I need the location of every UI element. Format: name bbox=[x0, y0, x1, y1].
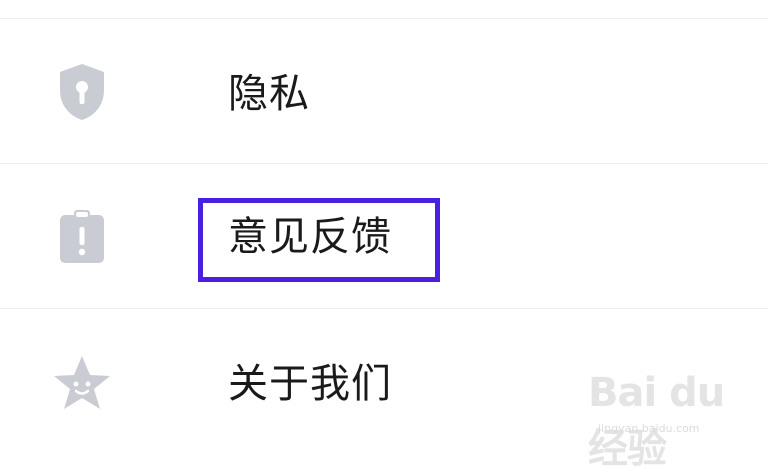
menu-item-label: 隐私 bbox=[228, 71, 310, 117]
star-face-icon bbox=[50, 352, 114, 416]
menu-item-feedback[interactable]: 意见反馈 bbox=[0, 165, 768, 309]
menu-item-label: 意见反馈 bbox=[228, 214, 392, 260]
top-divider bbox=[0, 0, 768, 19]
menu-item-label: 关于我们 bbox=[228, 361, 392, 407]
watermark: Bai du 经验 jingyan.baidu.com bbox=[588, 370, 738, 472]
shield-keyhole-icon bbox=[50, 60, 114, 124]
watermark-site: jingyan.baidu.com bbox=[598, 422, 700, 435]
menu-item-privacy[interactable]: 隐私 bbox=[0, 20, 768, 164]
feedback-clipboard-icon bbox=[50, 205, 114, 269]
